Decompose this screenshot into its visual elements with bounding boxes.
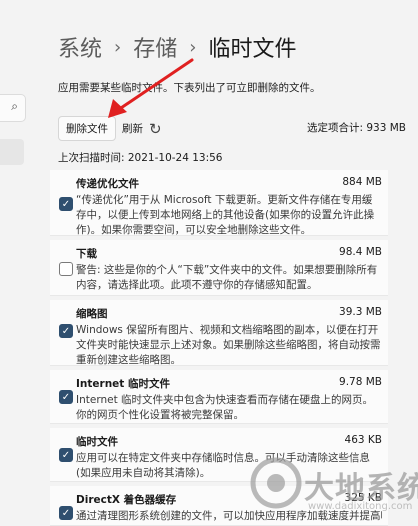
nav-search-box[interactable]: ⌕	[0, 94, 26, 122]
item-description: 应用可以在特定文件夹中存储临时信息。可以手动清除这些信息(如果应用未自动将其清除…	[76, 452, 370, 479]
checkbox[interactable]	[59, 262, 73, 276]
item-title: DirectX 着色器缓存	[76, 494, 177, 506]
chevron-right-icon: ›	[189, 36, 197, 58]
item-title: 临时文件	[76, 436, 118, 448]
list-item-internet-temp[interactable]: ✓ Internet 临时文件 9.78 MB Internet 临时文件夹中包…	[50, 370, 388, 424]
item-size: 9.78 MB	[339, 376, 382, 388]
refresh-button[interactable]: 刷新 ↻	[122, 116, 162, 141]
checkmark-icon: ✓	[61, 391, 71, 403]
item-title: 下载	[76, 248, 97, 260]
breadcrumb-system[interactable]: 系统	[58, 31, 102, 63]
checkbox[interactable]: ✓	[59, 506, 73, 520]
item-size: 98.4 MB	[339, 246, 382, 258]
item-size: 39.3 MB	[339, 306, 382, 318]
item-title: 传递优化文件	[76, 178, 139, 190]
item-description: “传递优化”用于从 Microsoft 下载更新。更新文件存储在专用缓存中，以便…	[76, 194, 375, 236]
checkmark-icon: ✓	[61, 449, 71, 461]
delete-files-button[interactable]: 删除文件	[58, 116, 116, 141]
selected-total: 选定项合计: 933 MB	[306, 122, 406, 134]
checkmark-icon: ✓	[61, 198, 71, 210]
item-description: 警告: 这些是你的个人“下载”文件夹中的文件。如果想要删除所有内容，请选择此项。…	[76, 264, 378, 291]
list-item-temp-files[interactable]: ✓ 临时文件 463 KB 应用可以在特定文件夹中存储临时信息。可以手动清除这些…	[50, 428, 388, 482]
item-title: Internet 临时文件	[76, 378, 170, 390]
refresh-label: 刷新	[122, 123, 143, 135]
checkmark-icon: ✓	[61, 507, 71, 519]
list-item-directx-cache[interactable]: ✓ DirectX 着色器缓存 325 KB 通过清理图形系统创建的文件，可以加…	[50, 486, 388, 526]
item-size: 325 KB	[344, 492, 382, 504]
list-item-thumbnails[interactable]: ✓ 缩略图 39.3 MB Windows 保留所有图片、视频和文档缩略图的副本…	[50, 300, 388, 366]
page-title: 临时文件	[208, 37, 297, 62]
checkbox[interactable]: ✓	[59, 448, 73, 462]
item-size: 884 MB	[342, 176, 382, 188]
refresh-icon: ↻	[149, 119, 162, 138]
list-item-downloads[interactable]: 下载 98.4 MB 警告: 这些是你的个人“下载”文件夹中的文件。如果想要删除…	[50, 240, 388, 296]
list-item-delivery-optimization[interactable]: ✓ 传递优化文件 884 MB “传递优化”用于从 Microsoft 下载更新…	[50, 170, 388, 236]
checkmark-icon: ✓	[61, 325, 71, 337]
checkbox[interactable]: ✓	[59, 197, 73, 211]
nav-pane: ⌕	[0, 0, 26, 520]
item-description: Internet 临时文件夹中包含为快速查看而存储在硬盘上的网页。你的网页个性化…	[76, 394, 374, 421]
search-icon: ⌕	[11, 99, 18, 113]
chevron-right-icon: ›	[114, 36, 122, 58]
checkbox[interactable]: ✓	[59, 390, 73, 404]
item-size: 463 KB	[344, 434, 382, 446]
breadcrumb: 系统 › 存储 › 临时文件	[58, 30, 296, 64]
page-description: 应用需要某些临时文件。下表列出了可立即删除的文件。	[58, 82, 321, 94]
checkbox[interactable]: ✓	[59, 324, 73, 338]
item-description: 通过清理图形系统创建的文件，可以加快应用程序加载速度并提高响应能力。	[76, 510, 382, 522]
nav-selected-item[interactable]	[0, 139, 24, 165]
item-title: 缩略图	[76, 308, 108, 320]
item-description: Windows 保留所有图片、视频和文档缩略图的副本，以便在打开文件夹时能快速显…	[76, 324, 381, 366]
breadcrumb-storage[interactable]: 存储	[133, 31, 177, 63]
last-scan-time: 上次扫描时间: 2021-10-24 13:56	[58, 152, 223, 164]
